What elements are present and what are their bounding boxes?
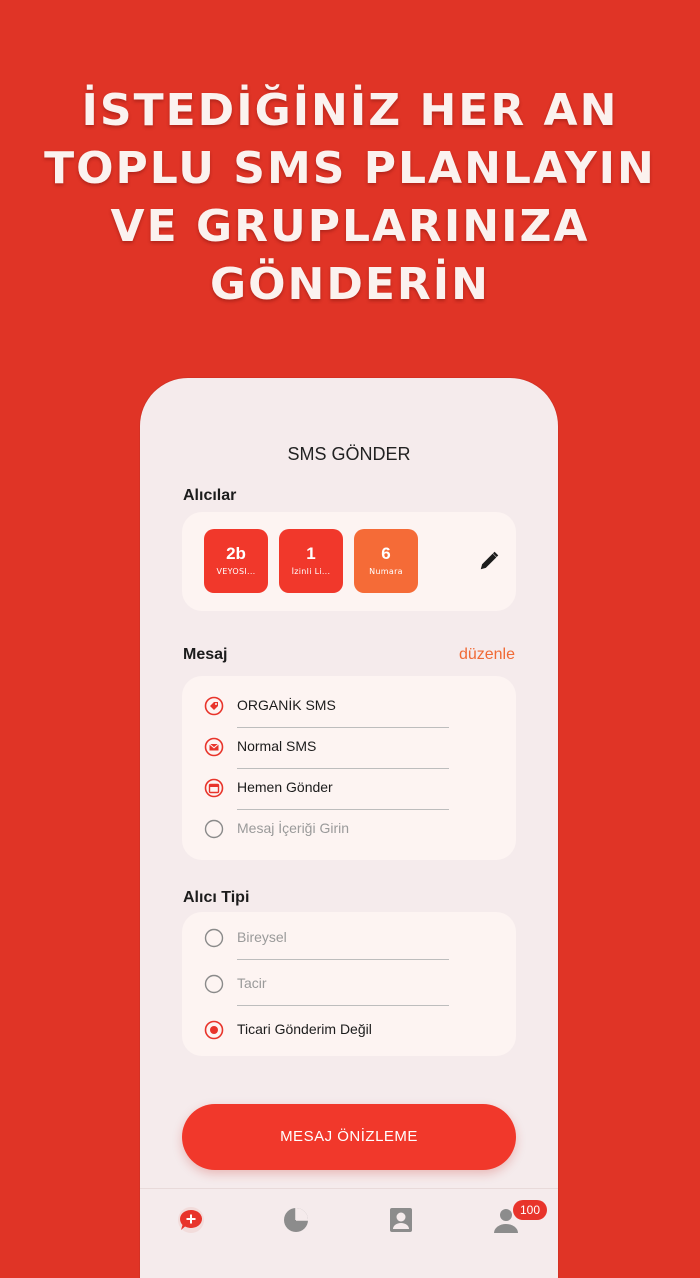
headline-line-3: VE GRUPLARINIZA bbox=[110, 201, 590, 252]
contact-icon[interactable] bbox=[386, 1205, 416, 1235]
recipient-type-label: Alıcı Tipi bbox=[183, 889, 250, 906]
calendar-icon bbox=[204, 778, 224, 798]
edit-message-link[interactable]: düzenle bbox=[459, 646, 515, 664]
recipient-type-card: Bireysel Tacir Ticari Gönderim Değil bbox=[182, 912, 516, 1056]
message-option-normal[interactable]: Normal SMS bbox=[204, 727, 494, 769]
message-option-text: ORGANİK SMS bbox=[237, 697, 336, 713]
radio-empty-icon bbox=[204, 974, 224, 994]
message-label: Mesaj bbox=[183, 646, 228, 663]
message-option-text: Hemen Gönder bbox=[237, 779, 333, 795]
message-option-organic[interactable]: ORGANİK SMS bbox=[204, 686, 494, 728]
message-preview-button[interactable]: MESAJ ÖNİZLEME bbox=[182, 1104, 516, 1170]
recipient-type-non-commercial[interactable]: Ticari Gönderim Değil bbox=[204, 1010, 494, 1050]
message-content-placeholder: Mesaj İçeriği Girin bbox=[237, 820, 350, 836]
recipient-type-text: Bireysel bbox=[237, 929, 287, 945]
pencil-icon[interactable] bbox=[478, 550, 500, 572]
message-content-input[interactable]: Mesaj İçeriği Girin bbox=[204, 809, 494, 849]
tile-label: İzinli Li... bbox=[291, 567, 331, 576]
recipient-type-merchant[interactable]: Tacir bbox=[204, 964, 494, 1006]
tab-bar bbox=[140, 1188, 558, 1269]
radio-empty-icon bbox=[204, 819, 224, 839]
recipient-type-individual[interactable]: Bireysel bbox=[204, 918, 494, 960]
headline: İSTEDİĞİNİZ HER AN TOPLU SMS PLANLAYIN V… bbox=[0, 82, 700, 314]
divider bbox=[237, 1005, 449, 1006]
recipient-tile-group[interactable]: 2b VEYOSI... bbox=[204, 529, 268, 593]
recipient-type-text: Ticari Gönderim Değil bbox=[237, 1021, 372, 1037]
message-option-send-now[interactable]: Hemen Gönder bbox=[204, 768, 494, 810]
screen-title: SMS GÖNDER bbox=[287, 444, 411, 464]
radio-empty-icon bbox=[204, 928, 224, 948]
tile-label: VEYOSI... bbox=[216, 567, 256, 576]
tag-icon bbox=[204, 696, 224, 716]
divider bbox=[237, 959, 449, 960]
recipients-card: 2b VEYOSI... 1 İzinli Li... 6 Numara bbox=[182, 512, 516, 611]
tile-value: 6 bbox=[381, 544, 391, 563]
headline-line-1: İSTEDİĞİNİZ HER AN bbox=[81, 85, 619, 136]
pie-chart-icon[interactable] bbox=[281, 1205, 311, 1235]
tile-value: 2b bbox=[226, 544, 246, 563]
message-option-text: Normal SMS bbox=[237, 738, 317, 754]
headline-line-4: GÖNDERİN bbox=[210, 259, 490, 310]
headline-line-2: TOPLU SMS PLANLAYIN bbox=[44, 143, 656, 194]
tile-value: 1 bbox=[306, 544, 316, 563]
recipient-type-text: Tacir bbox=[237, 975, 267, 991]
notification-badge: 100 bbox=[513, 1200, 548, 1220]
recipient-tile-permitted-list[interactable]: 1 İzinli Li... bbox=[279, 529, 343, 593]
phone-frame: SMS GÖNDER Alıcılar 2b VEYOSI... 1 İzinl… bbox=[140, 378, 558, 1278]
new-message-icon[interactable] bbox=[176, 1205, 206, 1235]
radio-selected-icon bbox=[204, 1020, 224, 1040]
message-card: ORGANİK SMS Normal SMS Hemen Gönder Mesa… bbox=[182, 676, 516, 860]
recipients-label: Alıcılar bbox=[183, 487, 237, 504]
envelope-icon bbox=[204, 737, 224, 757]
tile-label: Numara bbox=[369, 567, 403, 576]
recipient-tile-numbers[interactable]: 6 Numara bbox=[354, 529, 418, 593]
